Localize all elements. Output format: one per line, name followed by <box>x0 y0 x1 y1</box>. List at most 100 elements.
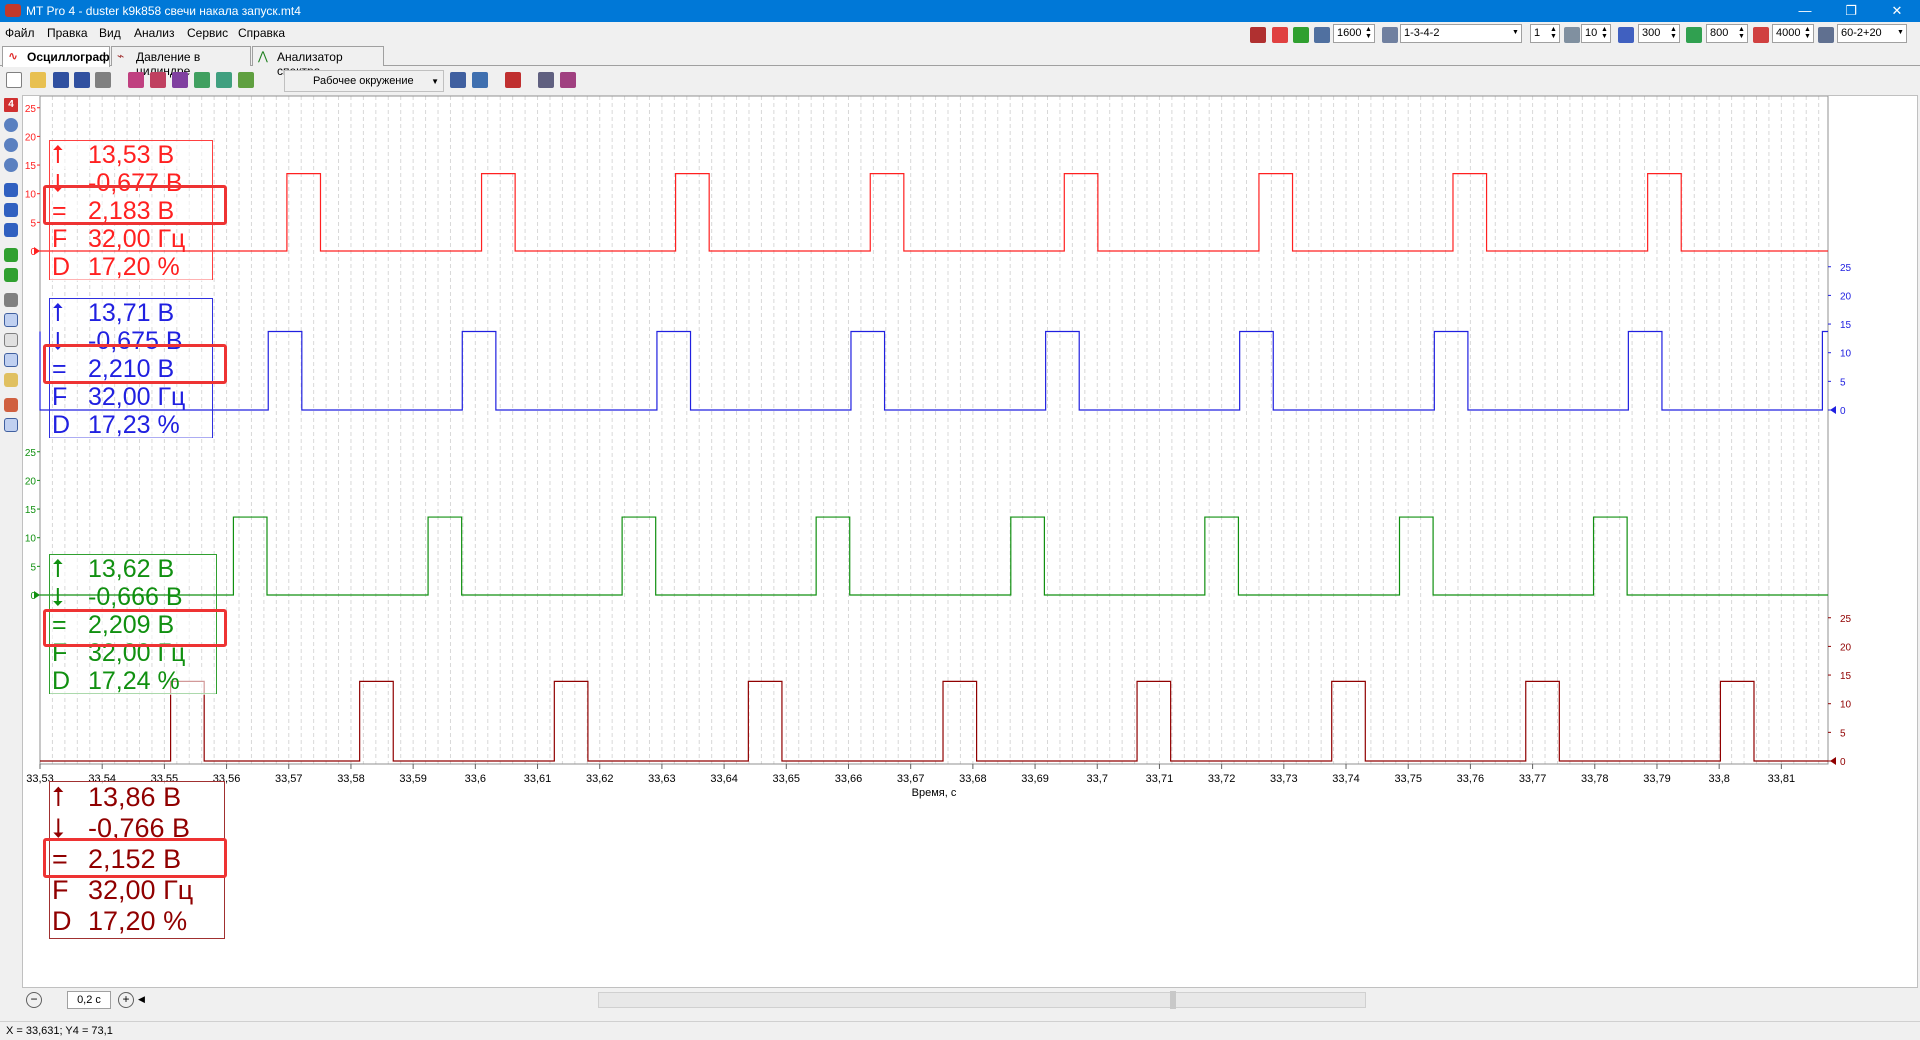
firing-order-select[interactable]: 1-3-4-2 ▼ <box>1400 24 1522 43</box>
gauge-blue-icon <box>1618 27 1634 43</box>
ch3-duty-value: 17,24 % <box>88 667 180 695</box>
x-tick-label: 33,79 <box>1643 773 1671 785</box>
channels-2-icon[interactable] <box>150 72 166 88</box>
x-tick-label: 33,77 <box>1519 773 1547 785</box>
move-down-icon[interactable] <box>4 223 18 237</box>
value-800-spinner[interactable]: 800 ▲ ▼ <box>1706 24 1748 43</box>
wave-icon: ∿ <box>8 49 19 63</box>
chart-type-icon[interactable] <box>4 398 18 412</box>
x-tick-label: 33,76 <box>1457 773 1485 785</box>
text-label-icon[interactable] <box>4 333 18 347</box>
new-file-icon[interactable] <box>6 72 22 88</box>
channel-zero-marker <box>34 247 40 255</box>
status-bar: X = 33,631; Y4 = 73,1 <box>0 1021 1920 1040</box>
rpm-spinner[interactable]: 1600 ▲ ▼ <box>1333 24 1375 43</box>
y-tick-label: 25 <box>1840 263 1852 274</box>
y-tick-label: 0 <box>1840 406 1846 417</box>
sync-spinner[interactable]: 10 ▲ ▼ <box>1581 24 1611 43</box>
channels-1-icon[interactable] <box>128 72 144 88</box>
tab-cylinder-pressure[interactable]: ⌁ Давление в цилиндре <box>111 46 251 78</box>
cursor-coordinates: X = 33,631; Y4 = 73,1 <box>6 1025 113 1037</box>
arrow-up-green-icon[interactable] <box>4 248 18 262</box>
menu-help[interactable]: Справка <box>238 26 285 40</box>
restore-button[interactable]: ❐ <box>1828 0 1874 22</box>
car-settings-icon[interactable] <box>505 72 521 88</box>
zoom-fit-icon[interactable] <box>4 158 18 172</box>
channel-zero-marker <box>1830 406 1836 414</box>
ch2-avg-highlight <box>43 344 227 384</box>
open-folder-icon[interactable] <box>30 72 46 88</box>
gas-station-icon[interactable] <box>1272 27 1288 43</box>
x-tick-label: 33,61 <box>524 773 552 785</box>
stats-icon[interactable] <box>4 373 18 387</box>
value-4000-spinner[interactable]: 4000 ▲ ▼ <box>1772 24 1814 43</box>
x-tick-label: 33,64 <box>710 773 738 785</box>
move-up-icon[interactable] <box>4 183 18 197</box>
zoom-in-time-button[interactable]: + <box>118 992 134 1008</box>
left-toolbar: 4 <box>0 95 22 995</box>
menu-analysis[interactable]: Анализ <box>134 26 175 40</box>
timebase-value: 0,2 с <box>67 991 111 1009</box>
x-tick-label: 33,62 <box>586 773 614 785</box>
channel-count-badge[interactable]: 4 <box>4 98 18 112</box>
print-icon[interactable] <box>538 72 554 88</box>
environment-dropdown[interactable]: Рабочее окружение ▼ <box>284 70 444 92</box>
car-icon[interactable] <box>1250 27 1266 43</box>
wheel-select[interactable]: 60-2+20 ▼ <box>1837 24 1907 43</box>
plot-frame <box>39 96 1829 765</box>
save-all-icon[interactable] <box>95 72 111 88</box>
x-tick-label: 33,75 <box>1394 773 1422 785</box>
undo-icon[interactable] <box>450 72 466 88</box>
measure-icon[interactable] <box>4 353 18 367</box>
channel-zero-marker <box>34 591 40 599</box>
tab-oscilloscope[interactable]: ∿ Осциллограф <box>2 46 110 67</box>
x-tick-label: 33,78 <box>1581 773 1609 785</box>
frequency-label: F <box>52 383 68 411</box>
channels-3-icon[interactable] <box>172 72 188 88</box>
minimize-button[interactable]: — <box>1782 0 1828 22</box>
x-tick-label: 33,72 <box>1208 773 1236 785</box>
y-tick-label: 5 <box>1840 377 1846 388</box>
cursor-grid-icon[interactable] <box>4 293 18 307</box>
value-300-spinner[interactable]: 300 ▲ ▼ <box>1638 24 1680 43</box>
x-tick-label: 33,66 <box>835 773 863 785</box>
waveform-canvas[interactable]: 33,53 33,54 33,55 33,56 33,57 33,58 33,59 33,6 3… <box>23 96 1919 989</box>
cylinder-spinner[interactable]: 1 ▲ ▼ <box>1530 24 1560 43</box>
menu-file[interactable]: Файл <box>5 26 35 40</box>
y-tick-label: 5 <box>30 218 36 229</box>
horizontal-scrollbar[interactable] <box>598 992 1366 1008</box>
scroll-thumb[interactable] <box>1170 991 1176 1009</box>
timebase-bar: − 0,2 с + ◀ <box>22 989 1918 1011</box>
x-tick-label: 33,59 <box>399 773 427 785</box>
waveform-view-icon[interactable] <box>4 418 18 432</box>
cursor-mode-icon[interactable] <box>4 313 18 327</box>
tab-spectrum-analyzer[interactable]: ⋀ Анализатор спектра <box>252 46 384 78</box>
zoom-in-icon[interactable] <box>4 118 18 132</box>
arrow-down-green-icon[interactable] <box>4 268 18 282</box>
x-tick-label: 33,67 <box>897 773 925 785</box>
save-as-icon[interactable] <box>74 72 90 88</box>
ch4-duty-value: 17,20 % <box>88 906 188 936</box>
zoom-out-time-button[interactable]: − <box>26 992 42 1008</box>
menu-view[interactable]: Вид <box>99 26 121 40</box>
x-axis-title: Время, с <box>912 787 957 799</box>
grid-icon[interactable] <box>560 72 576 88</box>
export-icon[interactable] <box>472 72 488 88</box>
battery-icon[interactable] <box>1293 27 1309 43</box>
save-icon[interactable] <box>53 72 69 88</box>
zoom-out-icon[interactable] <box>4 138 18 152</box>
menu-service[interactable]: Сервис <box>187 26 228 40</box>
move-up-2-icon[interactable] <box>4 203 18 217</box>
channels-6-icon[interactable] <box>238 72 254 88</box>
rpm-icon <box>1314 27 1330 43</box>
scroll-left-arrow-icon[interactable]: ◀ <box>138 994 145 1005</box>
menu-edit[interactable]: Правка <box>47 26 88 40</box>
close-button[interactable]: ✕ <box>1874 0 1920 22</box>
max-arrow-icon: ⭡ <box>52 782 65 812</box>
oscilloscope-plot[interactable]: 33,53 33,54 33,55 33,56 33,57 33,58 33,59 33,6 3… <box>22 95 1918 988</box>
y-tick-label: 20 <box>25 132 37 143</box>
channels-4-icon[interactable] <box>194 72 210 88</box>
max-arrow-icon: ⭡ <box>52 141 64 169</box>
y-tick-label: 10 <box>1840 700 1852 711</box>
channels-5-icon[interactable] <box>216 72 232 88</box>
